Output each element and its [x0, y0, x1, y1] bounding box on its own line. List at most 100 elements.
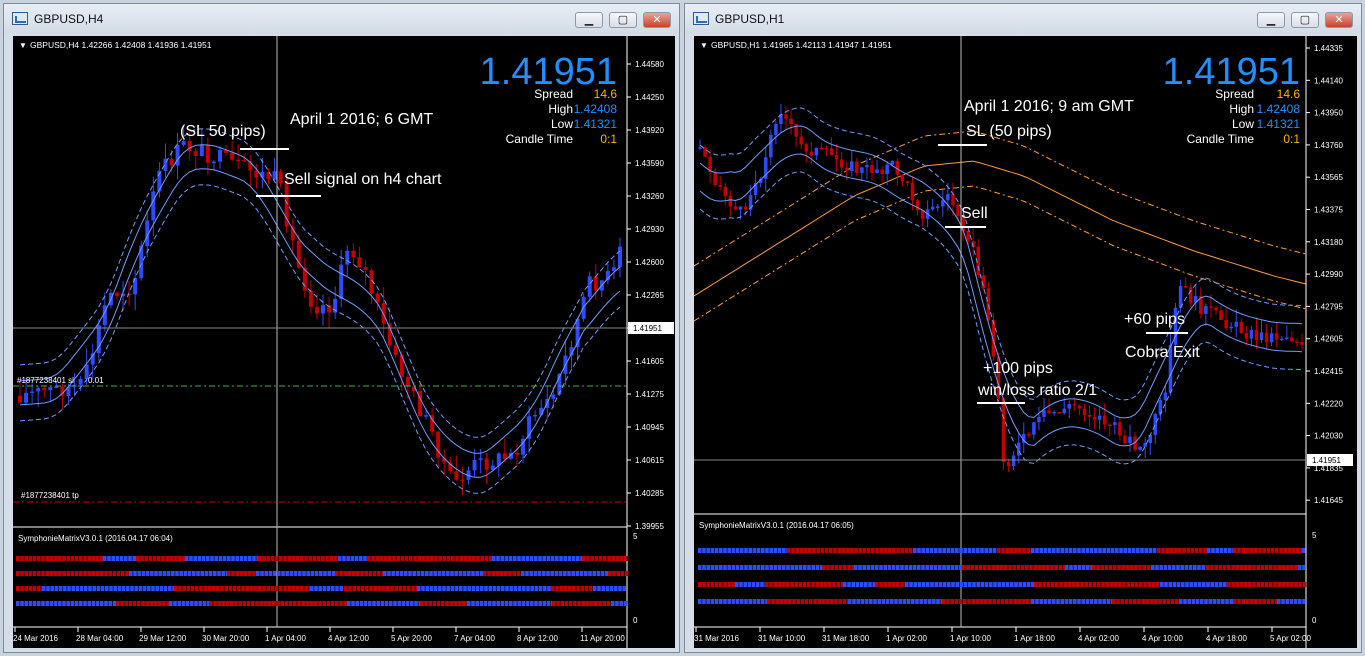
matrix-cell: [954, 599, 959, 604]
bear-candle: [1092, 416, 1097, 420]
matrix-cell: [295, 586, 300, 591]
bull-candle: [1032, 422, 1036, 435]
matrix-cell: [305, 601, 310, 606]
bear-candle: [1188, 287, 1193, 303]
matrix-cell: [1293, 599, 1298, 604]
matrix-cell: [796, 599, 800, 604]
matrix-cell: [339, 586, 343, 591]
matrix-cell: [67, 586, 71, 591]
matrix-cell: [597, 586, 601, 591]
maximize-button[interactable]: ▢: [1291, 12, 1319, 28]
matrix-cell: [900, 582, 904, 587]
matrix-cell: [83, 556, 87, 561]
bear-candle: [1082, 408, 1087, 416]
matrix-cell: [91, 556, 96, 561]
window-titlebar[interactable]: GBPUSD,H4 ▁ ▢ ✕: [4, 4, 679, 34]
price-chart[interactable]: ▼ GBPUSD,H1 1.41965 1.42113 1.41947 1.41…: [694, 36, 1357, 648]
chart-info-arrow[interactable]: ▼: [19, 41, 27, 50]
matrix-cell: [534, 586, 539, 591]
close-button[interactable]: ✕: [643, 12, 671, 28]
matrix-cell: [270, 586, 275, 591]
matrix-cell: [262, 556, 266, 561]
matrix-cell: [1073, 565, 1077, 570]
matrix-cell: [1294, 565, 1298, 570]
chart-area[interactable]: ▼ GBPUSD,H4 1.42266 1.42408 1.41936 1.41…: [13, 36, 675, 648]
close-button[interactable]: ✕: [1325, 12, 1353, 28]
matrix-cell: [42, 586, 46, 591]
matrix-cell: [946, 565, 950, 570]
bull-candle: [551, 394, 556, 399]
matrix-cell: [1009, 599, 1013, 604]
matrix-cell: [761, 548, 765, 553]
matrix-cell: [731, 582, 736, 587]
matrix-cell: [811, 565, 815, 570]
matrix-cell: [1245, 599, 1250, 604]
matrix-cell: [611, 556, 615, 561]
matrix-cell: [1283, 548, 1287, 553]
matrix-cell: [1034, 582, 1038, 587]
matrix-cell: [843, 565, 847, 570]
matrix-cell: [1231, 565, 1235, 570]
matrix-cell: [538, 586, 543, 591]
matrix-cell: [1159, 565, 1163, 570]
matrix-cell: [243, 571, 248, 576]
matrix-cell: [217, 571, 221, 576]
matrix-cell: [875, 582, 879, 587]
matrix-cell: [1081, 599, 1085, 604]
maximize-button[interactable]: ▢: [609, 12, 637, 28]
minimize-button[interactable]: ▁: [1257, 12, 1285, 28]
matrix-cell: [871, 548, 875, 553]
matrix-cell: [162, 601, 166, 606]
window-title: GBPUSD,H4: [34, 12, 104, 26]
matrix-cell: [1064, 548, 1069, 553]
chart-area[interactable]: ▼ GBPUSD,H1 1.41965 1.42113 1.41947 1.41…: [694, 36, 1357, 648]
matrix-cell: [20, 601, 24, 606]
bear-candle: [454, 471, 459, 480]
price-chart[interactable]: ▼ GBPUSD,H4 1.42266 1.42408 1.41936 1.41…: [13, 36, 675, 648]
bull-candle: [814, 147, 819, 156]
matrix-cell: [283, 586, 287, 591]
matrix-cell: [974, 565, 979, 570]
matrix-cell: [410, 601, 414, 606]
matrix-cell: [887, 565, 892, 570]
matrix-cell: [1189, 582, 1193, 587]
matrix-cell: [843, 582, 847, 587]
matrix-cell: [980, 582, 985, 587]
price-tick-label: 1.44250: [635, 93, 664, 102]
matrix-cell: [968, 582, 972, 587]
minimize-button[interactable]: ▁: [575, 12, 603, 28]
matrix-cell: [773, 548, 778, 553]
chart-info-arrow[interactable]: ▼: [700, 41, 708, 50]
matrix-cell: [179, 571, 183, 576]
candle-time-value: 0:1: [1283, 132, 1300, 146]
low-label: Low: [1232, 117, 1254, 131]
chart-window-gbpusd-h4[interactable]: GBPUSD,H4 ▁ ▢ ✕ ▼ GBPUSD,H4 1.42266 1.42…: [3, 3, 680, 653]
matrix-cell: [727, 582, 731, 587]
matrix-cell: [906, 599, 911, 604]
matrix-cell: [1302, 599, 1306, 604]
matrix-cell: [363, 601, 368, 606]
bear-candle: [1239, 321, 1244, 334]
matrix-cell: [66, 601, 70, 606]
matrix-cell: [457, 601, 462, 606]
window-titlebar[interactable]: GBPUSD,H1 ▁ ▢ ✕: [685, 4, 1361, 34]
bear-candle: [1219, 310, 1223, 320]
matrix-cell: [727, 565, 731, 570]
price-tick-label: 1.42220: [1314, 399, 1343, 408]
matrix-cell: [833, 548, 837, 553]
matrix-cell: [463, 586, 467, 591]
matrix-cell: [20, 586, 24, 591]
matrix-cell: [49, 556, 54, 561]
matrix-cell: [938, 582, 943, 587]
matrix-cell: [339, 571, 343, 576]
matrix-cell: [698, 565, 702, 570]
matrix-cell: [395, 571, 400, 576]
matrix-cell: [194, 601, 198, 606]
chart-window-gbpusd-h1[interactable]: GBPUSD,H1 ▁ ▢ ✕ ▼ GBPUSD,H1 1.41965 1.42…: [684, 3, 1362, 653]
matrix-cell: [53, 556, 58, 561]
bull-candle: [1280, 338, 1284, 341]
matrix-cell: [740, 565, 744, 570]
matrix-cell: [129, 571, 133, 576]
bull-candle: [533, 414, 538, 417]
matrix-cell: [37, 586, 41, 591]
